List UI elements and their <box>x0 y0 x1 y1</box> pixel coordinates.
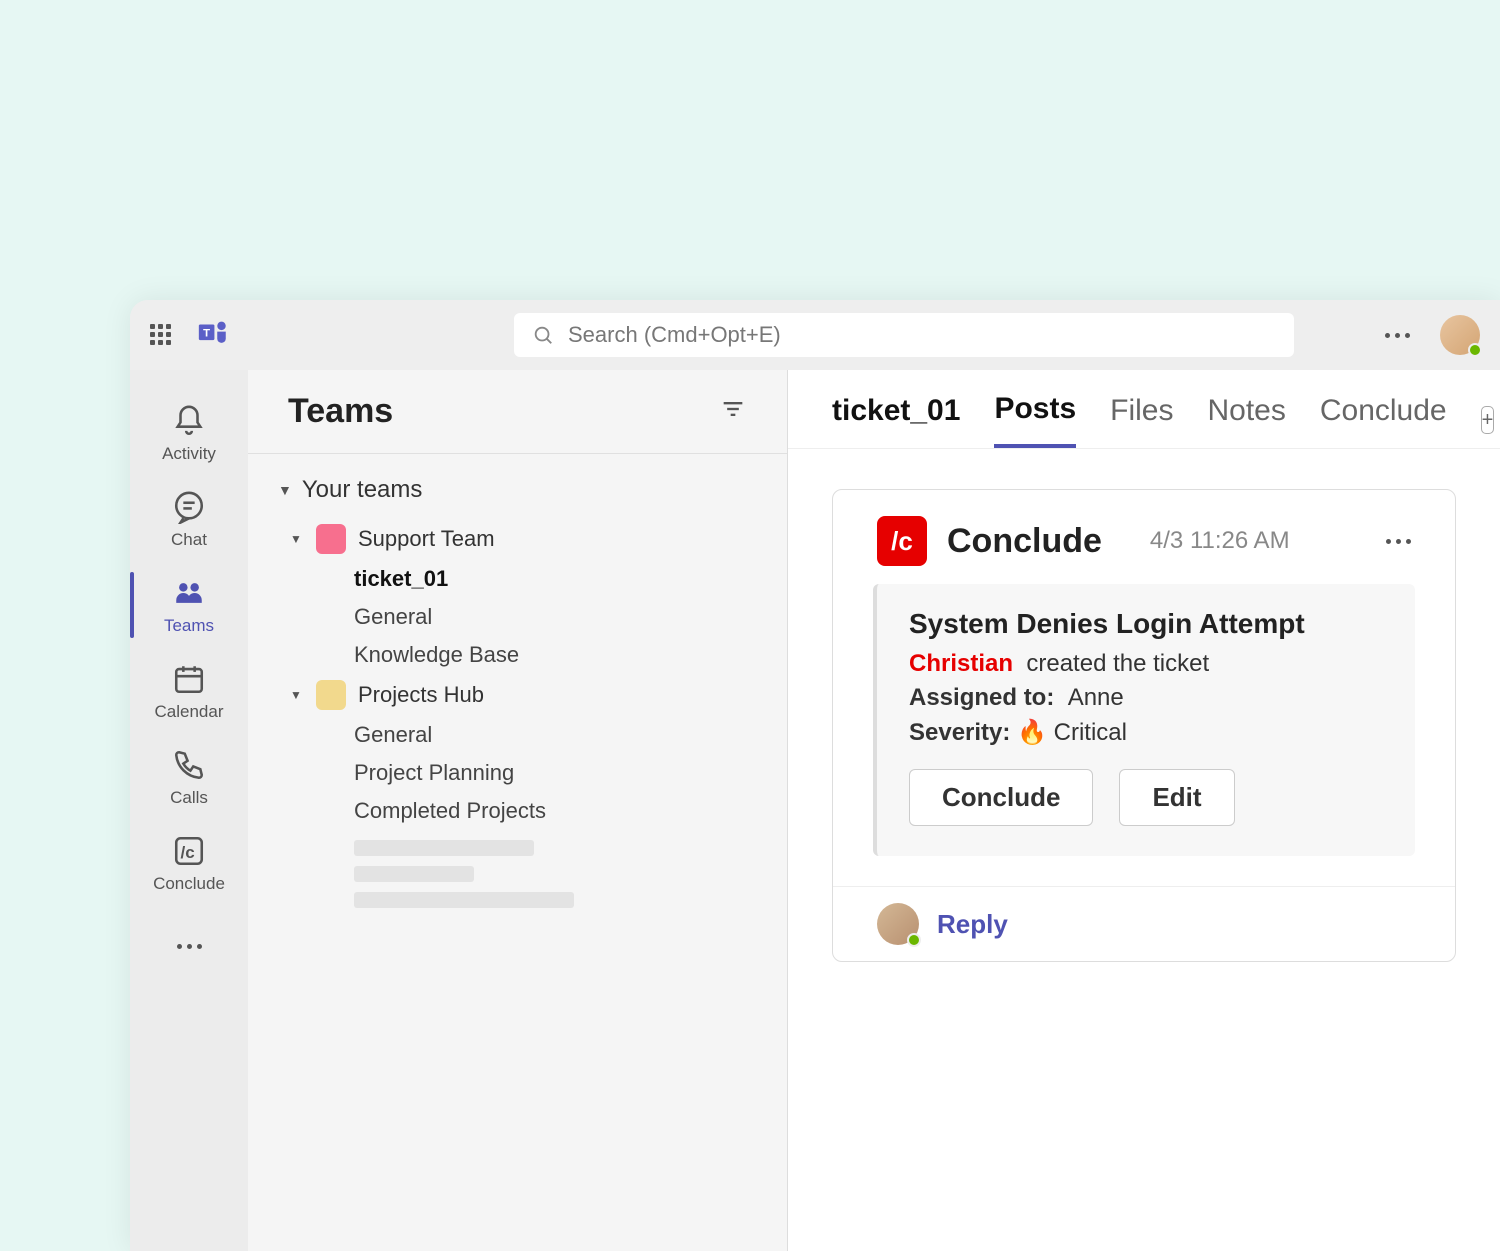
channel-general-2[interactable]: General <box>278 716 757 754</box>
teams-panel: Teams ▼ Your teams ▼ Support Team ticket… <box>248 370 788 1251</box>
rail-chat[interactable]: Chat <box>130 476 248 562</box>
created-text: created the ticket <box>1026 650 1209 677</box>
channel-project-planning[interactable]: Project Planning <box>278 754 757 792</box>
rail-label: Teams <box>164 616 214 636</box>
post-app-name: Conclude <box>947 522 1102 561</box>
plus-icon: + <box>1482 409 1494 432</box>
rail-label: Calendar <box>155 702 224 722</box>
skeleton-placeholder <box>354 892 574 908</box>
channel-content: ticket_01 Posts Files Notes Conclude + /… <box>788 370 1500 1251</box>
user-avatar[interactable] <box>1440 315 1480 355</box>
reply-avatar <box>877 903 919 945</box>
conclude-button[interactable]: Conclude <box>909 769 1093 826</box>
assigned-to: Anne <box>1068 684 1124 711</box>
channel-ticket-01[interactable]: ticket_01 <box>278 560 757 598</box>
team-tile-icon <box>316 680 346 710</box>
more-icon <box>177 944 202 949</box>
chevron-down-icon: ▼ <box>290 532 304 546</box>
reply-button[interactable]: Reply <box>833 886 1455 961</box>
channel-general[interactable]: General <box>278 598 757 636</box>
team-tile-icon <box>316 524 346 554</box>
search-box[interactable]: Search (Cmd+Opt+E) <box>514 313 1294 357</box>
edit-button[interactable]: Edit <box>1119 769 1234 826</box>
presence-indicator <box>1468 343 1482 357</box>
rail-teams[interactable]: Teams <box>130 562 248 648</box>
chevron-down-icon: ▼ <box>290 688 304 702</box>
rail-label: Chat <box>171 530 207 550</box>
waffle-menu-icon[interactable] <box>150 324 172 346</box>
team-name: Support Team <box>358 526 495 552</box>
search-icon <box>532 324 554 346</box>
team-name: Projects Hub <box>358 682 484 708</box>
calendar-icon <box>172 662 206 696</box>
post-body: System Denies Login Attempt Christian cr… <box>873 584 1415 856</box>
channel-completed-projects[interactable]: Completed Projects <box>278 792 757 830</box>
tab-posts[interactable]: Posts <box>994 392 1076 448</box>
topbar-more-icon[interactable] <box>1385 333 1410 338</box>
channel-knowledge-base[interactable]: Knowledge Base <box>278 636 757 674</box>
chevron-down-icon: ▼ <box>278 482 292 498</box>
post-timestamp: 4/3 11:26 AM <box>1150 527 1290 555</box>
rail-activity[interactable]: Activity <box>130 390 248 476</box>
ticket-title: System Denies Login Attempt <box>909 608 1383 640</box>
chat-icon <box>172 490 206 524</box>
section-label: Your teams <box>302 476 423 504</box>
severity-label: Severity: <box>909 719 1010 746</box>
bell-icon <box>172 404 206 438</box>
post-card: /c Conclude 4/3 11:26 AM System Denies L… <box>832 489 1456 962</box>
presence-indicator <box>907 933 921 947</box>
app-rail: Activity Chat Teams Calendar Calls /c Co… <box>130 370 248 1251</box>
tab-files[interactable]: Files <box>1110 394 1173 446</box>
app-window: T Search (Cmd+Opt+E) Activity Chat Teams… <box>130 300 1500 1251</box>
tab-bar: ticket_01 Posts Files Notes Conclude + <box>788 370 1500 449</box>
severity-value: Critical <box>1054 719 1127 746</box>
topbar: T Search (Cmd+Opt+E) <box>130 300 1500 370</box>
fire-icon: 🔥 <box>1017 719 1047 746</box>
conclude-app-icon: /c <box>877 516 927 566</box>
svg-text:/c: /c <box>181 843 195 862</box>
tab-conclude[interactable]: Conclude <box>1320 394 1447 446</box>
teams-logo-icon: T <box>196 316 230 355</box>
phone-icon <box>172 748 206 782</box>
rail-calls[interactable]: Calls <box>130 734 248 820</box>
skeleton-placeholder <box>354 840 534 856</box>
rail-label: Calls <box>170 788 208 808</box>
rail-label: Activity <box>162 444 216 464</box>
ticket-creator: Christian <box>909 650 1013 677</box>
post-more-button[interactable] <box>1386 539 1411 544</box>
teams-icon <box>172 576 206 610</box>
skeleton-placeholder <box>354 866 474 882</box>
conclude-app-icon: /c <box>172 834 206 868</box>
rail-conclude[interactable]: /c Conclude <box>130 820 248 906</box>
your-teams-section[interactable]: ▼ Your teams <box>278 476 757 504</box>
channel-title: ticket_01 <box>832 394 960 446</box>
add-tab-button[interactable]: + <box>1481 406 1495 434</box>
team-projects-hub[interactable]: ▼ Projects Hub <box>278 674 757 716</box>
panel-title: Teams <box>288 392 393 431</box>
reply-label: Reply <box>937 909 1008 940</box>
tab-notes[interactable]: Notes <box>1207 394 1285 446</box>
svg-text:T: T <box>203 327 210 339</box>
team-support-team[interactable]: ▼ Support Team <box>278 518 757 560</box>
filter-button[interactable] <box>719 395 747 428</box>
rail-label: Conclude <box>153 874 225 894</box>
rail-calendar[interactable]: Calendar <box>130 648 248 734</box>
rail-more[interactable] <box>130 930 248 961</box>
filter-icon <box>719 395 747 423</box>
assigned-label: Assigned to: <box>909 684 1054 711</box>
search-placeholder: Search (Cmd+Opt+E) <box>568 322 781 348</box>
